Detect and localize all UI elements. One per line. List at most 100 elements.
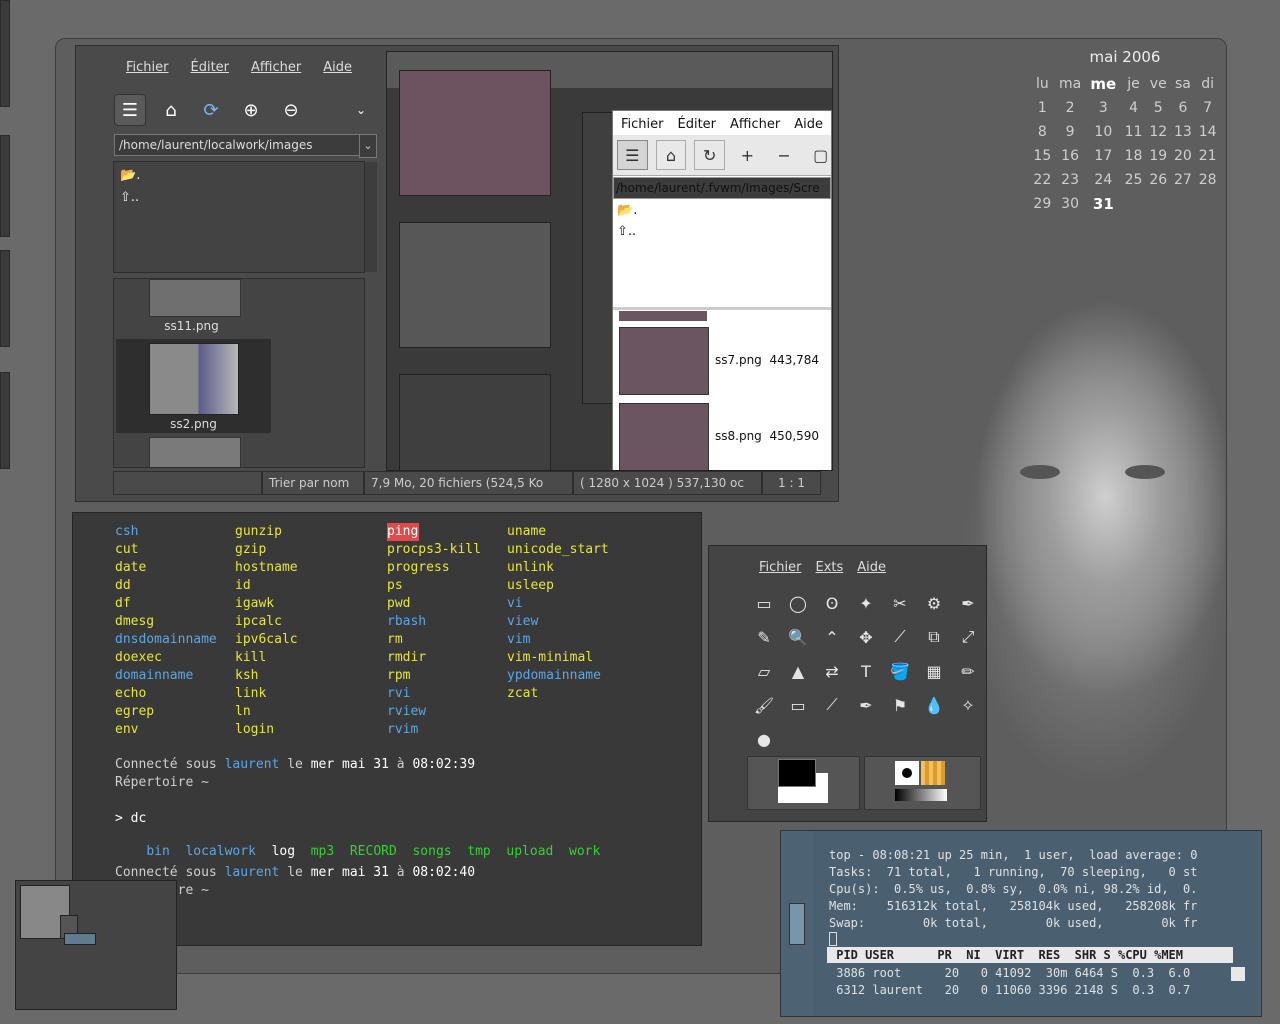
tool-icon[interactable]: ⧉ [917,620,951,654]
scrollbar[interactable] [364,279,365,467]
menu-afficher[interactable]: Afficher [251,60,301,75]
calendar-day[interactable]: 11 [1121,120,1146,144]
menu-aide[interactable]: Aide [794,117,823,132]
list-item[interactable]: ⇧.. [120,190,139,205]
calendar-day[interactable]: 9 [1055,120,1086,144]
dock-item[interactable] [0,250,10,347]
tool-icon[interactable]: ʘ [815,586,849,620]
menu-afficher[interactable]: Afficher [730,117,780,132]
calendar-day[interactable]: 30 [1055,192,1086,216]
zoom-in-icon[interactable]: + [733,141,762,169]
selected-thumbnail[interactable]: ss2.png [116,339,271,433]
list-view-icon[interactable]: ☰ [114,94,146,126]
menu-fichier[interactable]: Fichier [759,560,802,575]
calendar-day[interactable]: 27 [1171,168,1196,192]
calendar-day[interactable]: 8 [1030,120,1055,144]
list-view-icon[interactable]: ☰ [617,140,648,170]
calendar-day[interactable]: 7 [1195,96,1220,120]
tool-icon[interactable]: ✦ [849,586,883,620]
brush-pattern-gradient[interactable] [864,756,981,810]
table-row[interactable]: ss8.png 450,590 [617,403,831,470]
menu-fichier[interactable]: Fichier [126,60,169,75]
calendar-day[interactable]: 20 [1171,144,1196,168]
menu-aide[interactable]: Aide [323,60,352,75]
tool-icon[interactable]: ⌃ [815,620,849,654]
tool-icon[interactable]: ▱ [747,654,781,688]
menu-editer[interactable]: Éditer [191,60,230,75]
brush-preview[interactable] [895,761,920,785]
tool-icon[interactable]: ✎ [747,620,781,654]
pager-window[interactable] [64,933,96,945]
list-item[interactable]: 📂. [617,203,637,218]
chevron-down-icon[interactable]: ⌄ [346,95,376,125]
zoom-out-icon[interactable]: − [770,141,799,169]
tool-icon[interactable]: ⇄ [815,654,849,688]
zoom-in-icon[interactable]: ⊕ [236,95,266,125]
calendar-day[interactable]: 24 [1085,168,1121,192]
dock-item[interactable] [0,372,10,469]
thumbnail[interactable] [149,279,241,317]
tool-icon[interactable]: ⚙ [917,586,951,620]
tool-icon[interactable]: ✧ [951,688,985,722]
calendar-day[interactable]: 12 [1146,120,1171,144]
tool-icon[interactable]: 💧 [917,688,951,722]
tool-icon[interactable]: T [849,654,883,688]
tool-icon[interactable]: ✒ [849,688,883,722]
calendar-day-today[interactable]: 31 [1085,192,1121,216]
calendar-day[interactable]: 1 [1030,96,1055,120]
dock-item[interactable] [0,0,10,107]
home-icon[interactable]: ⌂ [655,140,687,170]
gradient-preview[interactable] [895,789,948,801]
tool-icon[interactable]: ⤢ [951,620,985,654]
menu-aide[interactable]: Aide [857,560,886,575]
tool-icon[interactable]: ⟋ [883,620,917,654]
tool-icon[interactable]: ✏ [951,654,985,688]
refresh-icon[interactable]: ↻ [694,140,726,170]
tool-icon[interactable]: ⚑ [883,688,917,722]
top-terminal-window[interactable]: top - 08:08:21 up 25 min, 1 user, load a… [780,830,1262,1017]
tool-icon[interactable]: ▭ [747,586,781,620]
refresh-icon[interactable]: ⟳ [196,95,226,125]
path-field[interactable]: /home/laurent/.fvwm/Images/Scre [613,177,831,199]
fit-icon[interactable]: ▢ [806,141,831,169]
zoom-out-icon[interactable]: ⊖ [276,95,306,125]
tool-icon[interactable]: ● [747,722,781,756]
calendar-day[interactable]: 25 [1121,168,1146,192]
tool-icon[interactable]: ✂ [883,586,917,620]
home-icon[interactable]: ⌂ [156,95,186,125]
fg-bg-colors[interactable] [747,756,861,810]
calendar-day[interactable]: 21 [1195,144,1220,168]
tool-icon[interactable]: ◯ [781,586,815,620]
path-field[interactable]: /home/laurent/localwork/images [114,134,360,156]
calendar-day[interactable]: 2 [1055,96,1086,120]
calendar-day[interactable]: 13 [1171,120,1196,144]
calendar-day[interactable]: 3 [1085,96,1121,120]
list-item[interactable]: 📂. [120,168,140,183]
calendar-day[interactable]: 23 [1055,168,1086,192]
table-row[interactable]: ss7.png 443,784 [617,327,831,397]
calendar-day[interactable]: 10 [1085,120,1121,144]
calendar-day[interactable]: 18 [1121,144,1146,168]
calendar-day[interactable]: 14 [1195,120,1220,144]
menu-fichier[interactable]: Fichier [621,117,664,132]
calendar-day[interactable]: 17 [1085,144,1121,168]
thumbnail[interactable] [149,437,241,467]
tool-icon[interactable]: ✒ [951,586,985,620]
tool-icon[interactable]: ✥ [849,620,883,654]
tool-icon[interactable]: ▦ [917,654,951,688]
calendar-day[interactable]: 28 [1195,168,1220,192]
tool-icon[interactable]: ▭ [781,688,815,722]
calendar-day[interactable]: 4 [1121,96,1146,120]
calendar-day[interactable]: 5 [1146,96,1171,120]
calendar-day[interactable]: 6 [1171,96,1196,120]
calendar-day[interactable]: 16 [1055,144,1086,168]
list-item[interactable]: ⇧.. [617,224,637,239]
scrollbar[interactable] [789,903,805,945]
tool-icon[interactable]: 🖌 [747,688,781,722]
tool-icon[interactable]: ⟋ [815,688,849,722]
calendar-day[interactable]: 26 [1146,168,1171,192]
calendar-day[interactable]: 15 [1030,144,1055,168]
tool-icon[interactable]: 🔍 [781,620,815,654]
calendar-day[interactable]: 19 [1146,144,1171,168]
dock-item[interactable] [0,135,10,237]
